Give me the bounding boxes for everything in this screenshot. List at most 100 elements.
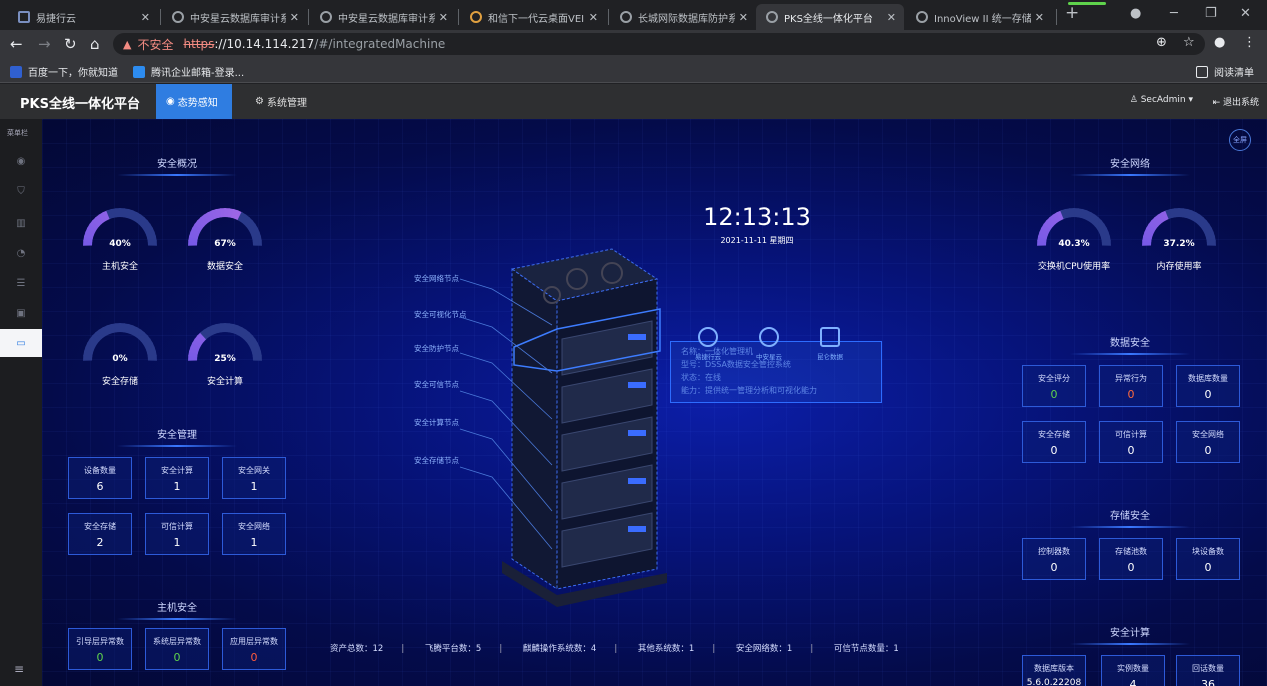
close-tab-icon[interactable]: ✕ [589,11,598,24]
fullscreen-button[interactable]: 全屏 [1229,129,1251,151]
sidebar-item-shield[interactable]: ⛉ [0,177,42,205]
bookmark-label: 百度一下，你就知道 [28,68,118,79]
stat-kylin: 麒麟操作系统数：4 [522,644,597,654]
stat-separator: | [712,644,716,654]
reload-icon[interactable]: ↻ [64,35,77,53]
paw-icon [10,65,22,78]
restore-icon[interactable]: ❐ [1205,6,1217,21]
nav-situation-awareness[interactable]: ◉ 态势感知 [156,84,232,119]
reading-list-button[interactable]: 阅读清单 [1196,64,1254,79]
stat-value: 2 [96,536,104,549]
close-tab-icon[interactable]: ✕ [290,11,299,24]
sidebar-item-monitor[interactable]: ▣ [0,299,42,327]
gauge-switch-cpu: 40.3% 交换机CPU使用率 [1024,199,1124,279]
nav-system-management[interactable]: ⚙ 系统管理 [245,84,317,119]
bookmark-baidu[interactable]: 百度一下，你就知道 [10,64,118,79]
stat-value: 0 [1127,388,1135,401]
back-icon[interactable]: ← [10,35,23,53]
app-icon-easystack[interactable]: 易捷行云 [692,327,724,363]
close-tab-icon[interactable]: ✕ [739,11,748,24]
url-field[interactable]: ▲ 不安全 https ://10.14.114.217 /#/integrat… [113,33,1205,55]
tab-4[interactable]: 和信下一代云桌面VEI ✕ [460,4,606,30]
account-icon[interactable]: ● [1214,35,1225,50]
node-label: 安全防护节点 [414,344,459,353]
app-icon-kunlun[interactable]: 昆仑数据 [814,327,846,363]
stat-value: 0 [1050,561,1058,574]
tab-1[interactable]: 易捷行云 ✕ [8,4,158,30]
home-icon[interactable]: ⌂ [90,35,100,53]
reading-list-label: 阅读清单 [1214,68,1254,79]
gauge-label: 安全计算 [206,377,243,387]
database-icon: ☰ [16,277,26,289]
tab-7[interactable]: InnoView II 统一存储 ✕ [906,4,1052,30]
stat-value: 0 [1050,444,1058,457]
sidebar-item-eye[interactable]: ◉ [0,147,42,175]
stat-secure-storage: 安全存储 0 [1022,421,1086,463]
app-label: 昆仑数据 [817,353,843,361]
close-tab-icon[interactable]: ✕ [887,11,896,24]
gauge-data-security: 67% 数据安全 [175,199,275,279]
overview-title: 安全概况 [87,155,267,176]
tab-3[interactable]: 中安星云数据库审计系 ✕ [310,4,456,30]
stat-label: 安全评分 [1038,374,1070,383]
gauge-value: 25% [214,354,236,364]
sidebar-item-chart[interactable]: ▥ [0,209,42,237]
tab-separator [160,9,161,25]
reading-list-icon [1196,65,1208,78]
minimize-icon[interactable]: ─ [1170,6,1178,21]
stat-label: 安全存储 [1038,430,1070,439]
stat-value: 0 [1204,388,1212,401]
gauge-value: 40.3% [1058,239,1090,249]
url-scheme: https [183,37,215,51]
stat-label: 设备数量 [84,466,116,475]
bookmark-mail[interactable]: 腾讯企业邮箱-登录... [133,64,244,79]
sidebar-item-database[interactable]: ☰ [0,269,42,297]
logout-icon: ⇤ [1212,98,1223,108]
user-menu[interactable]: ♙ SecAdmin ▾ [1130,95,1193,105]
logout-button[interactable]: ⇤ 退出系统 [1213,95,1259,108]
tab-separator [608,9,609,25]
chevron-down-icon: ▾ [1188,95,1193,105]
stat-value: 0 [1204,561,1212,574]
star-icon[interactable]: ☆ [1183,35,1195,50]
gauge-value: 37.2% [1163,239,1195,249]
stat-device-count: 设备数量 6 [68,457,132,499]
close-tab-icon[interactable]: ✕ [1035,11,1044,24]
management-title: 安全管理 [87,426,267,447]
close-tab-icon[interactable]: ✕ [141,11,150,24]
stat-label: 块设备数 [1192,547,1224,556]
stat-label: 实例数量 [1117,664,1149,673]
node-label: 安全可视化节点 [414,310,467,319]
sidebar-item-pie[interactable]: ◔ [0,239,42,267]
close-window-icon[interactable]: ✕ [1240,6,1251,21]
forward-icon[interactable]: → [38,35,51,53]
stat-label: 控制器数 [1038,547,1070,556]
tab-5[interactable]: 长城网际数据库防护系 ✕ [610,4,756,30]
node-label: 安全网络节点 [414,274,459,283]
tab-2[interactable]: 中安星云数据库审计系 ✕ [162,4,307,30]
app-icon-zhongan[interactable]: 中安星云 [753,327,785,363]
address-toolbar: ← → ↻ ⌂ ▲ 不安全 https ://10.14.114.217 /#/… [0,30,1267,58]
collapse-menu-icon[interactable]: ≡ [14,662,24,676]
stat-value: 0 [173,651,181,664]
tab-6-active[interactable]: PKS全线一体化平台 ✕ [756,4,904,30]
node-label: 安全可信节点 [414,380,459,389]
close-tab-icon[interactable]: ✕ [439,11,448,24]
zoom-icon[interactable]: ⊕ [1156,35,1167,50]
globe-icon [698,327,718,347]
globe-icon [916,11,928,23]
kebab-menu-icon[interactable]: ⋮ [1243,35,1256,50]
tab-separator [458,9,459,25]
dashboard: 全屏 安全概况 40% 主机安全 67% 数据安全 0% 安全存储 25% 安全… [42,119,1267,686]
profile-menu-icon[interactable]: ● [1130,6,1141,21]
new-tab-button[interactable]: + [1065,3,1079,23]
stat-secure-network: 安全网络 1 [222,513,286,555]
sidebar-item-machine[interactable]: ▭ [0,329,42,357]
stat-label: 回话数量 [1192,664,1224,673]
gauge-label: 数据安全 [206,262,243,272]
info-capability: 能力：提供统一管理分析和可视化能力 [681,386,817,395]
stat-label: 系统层异常数 [153,637,201,646]
tab-title: 中安星云数据库审计系 [190,13,286,25]
app-label: 易捷行云 [695,353,721,361]
stat-value: 1 [173,480,181,493]
